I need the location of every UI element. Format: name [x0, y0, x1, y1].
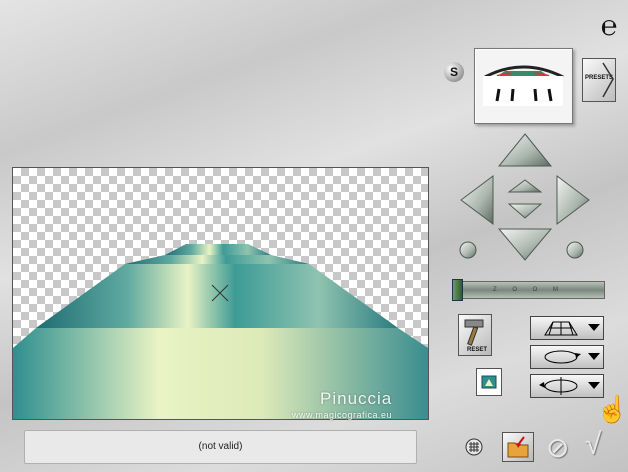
arrow-left-icon[interactable] — [460, 175, 494, 225]
status-bar: (not valid) — [24, 430, 417, 464]
watermark-name: Pinuccia — [320, 389, 393, 408]
presets-arrow-icon — [602, 62, 614, 98]
rotate-left-icon[interactable] — [459, 241, 477, 259]
reset-label: RESET — [467, 347, 488, 353]
preview-thumbnail — [483, 65, 564, 106]
canvas-image — [13, 244, 428, 419]
zoom-slider[interactable]: Z O O M — [453, 281, 605, 299]
arrow-up-icon[interactable] — [497, 133, 553, 167]
s-button[interactable]: S — [444, 62, 464, 82]
zoom-label: Z O O M — [493, 287, 565, 293]
flip-circle-icon — [539, 377, 578, 395]
cancel-icon[interactable]: ⊘ — [546, 431, 569, 464]
folder-icon — [507, 436, 529, 458]
image-button[interactable] — [476, 368, 502, 396]
rotate-right-icon[interactable] — [566, 241, 584, 259]
chevron-down-icon — [588, 324, 600, 331]
arrow-down-icon[interactable] — [497, 228, 553, 261]
hammer-icon — [464, 319, 484, 346]
arrow-right-icon[interactable] — [556, 175, 590, 225]
preview-canvas[interactable] — [12, 167, 429, 420]
small-down-icon[interactable] — [507, 203, 543, 219]
open-folder-button[interactable] — [502, 432, 534, 462]
chevron-down-icon — [588, 353, 600, 360]
hand-icon[interactable]: ☝ — [596, 394, 628, 425]
perspective-dropdown[interactable] — [530, 316, 604, 340]
reset-button[interactable]: RESET — [458, 314, 492, 356]
chevron-down-icon — [588, 382, 600, 389]
small-up-icon[interactable] — [507, 179, 543, 193]
ok-icon[interactable]: √ — [585, 428, 601, 462]
direction-pad — [459, 133, 590, 261]
rotation-dropdown[interactable] — [530, 345, 604, 369]
image-icon — [481, 375, 497, 389]
flip-dropdown[interactable] — [530, 374, 604, 398]
perspective-grid-icon — [544, 321, 578, 336]
rotate-circle-icon — [544, 350, 581, 364]
preset-preview[interactable] — [474, 48, 573, 124]
grid-icon[interactable] — [465, 438, 483, 456]
presets-button[interactable]: PRESETS — [582, 58, 616, 102]
app-logo: ℮ — [600, 9, 618, 42]
watermark-url: www.magicografica.eu — [292, 410, 393, 420]
zoom-slider-handle[interactable] — [452, 279, 463, 301]
